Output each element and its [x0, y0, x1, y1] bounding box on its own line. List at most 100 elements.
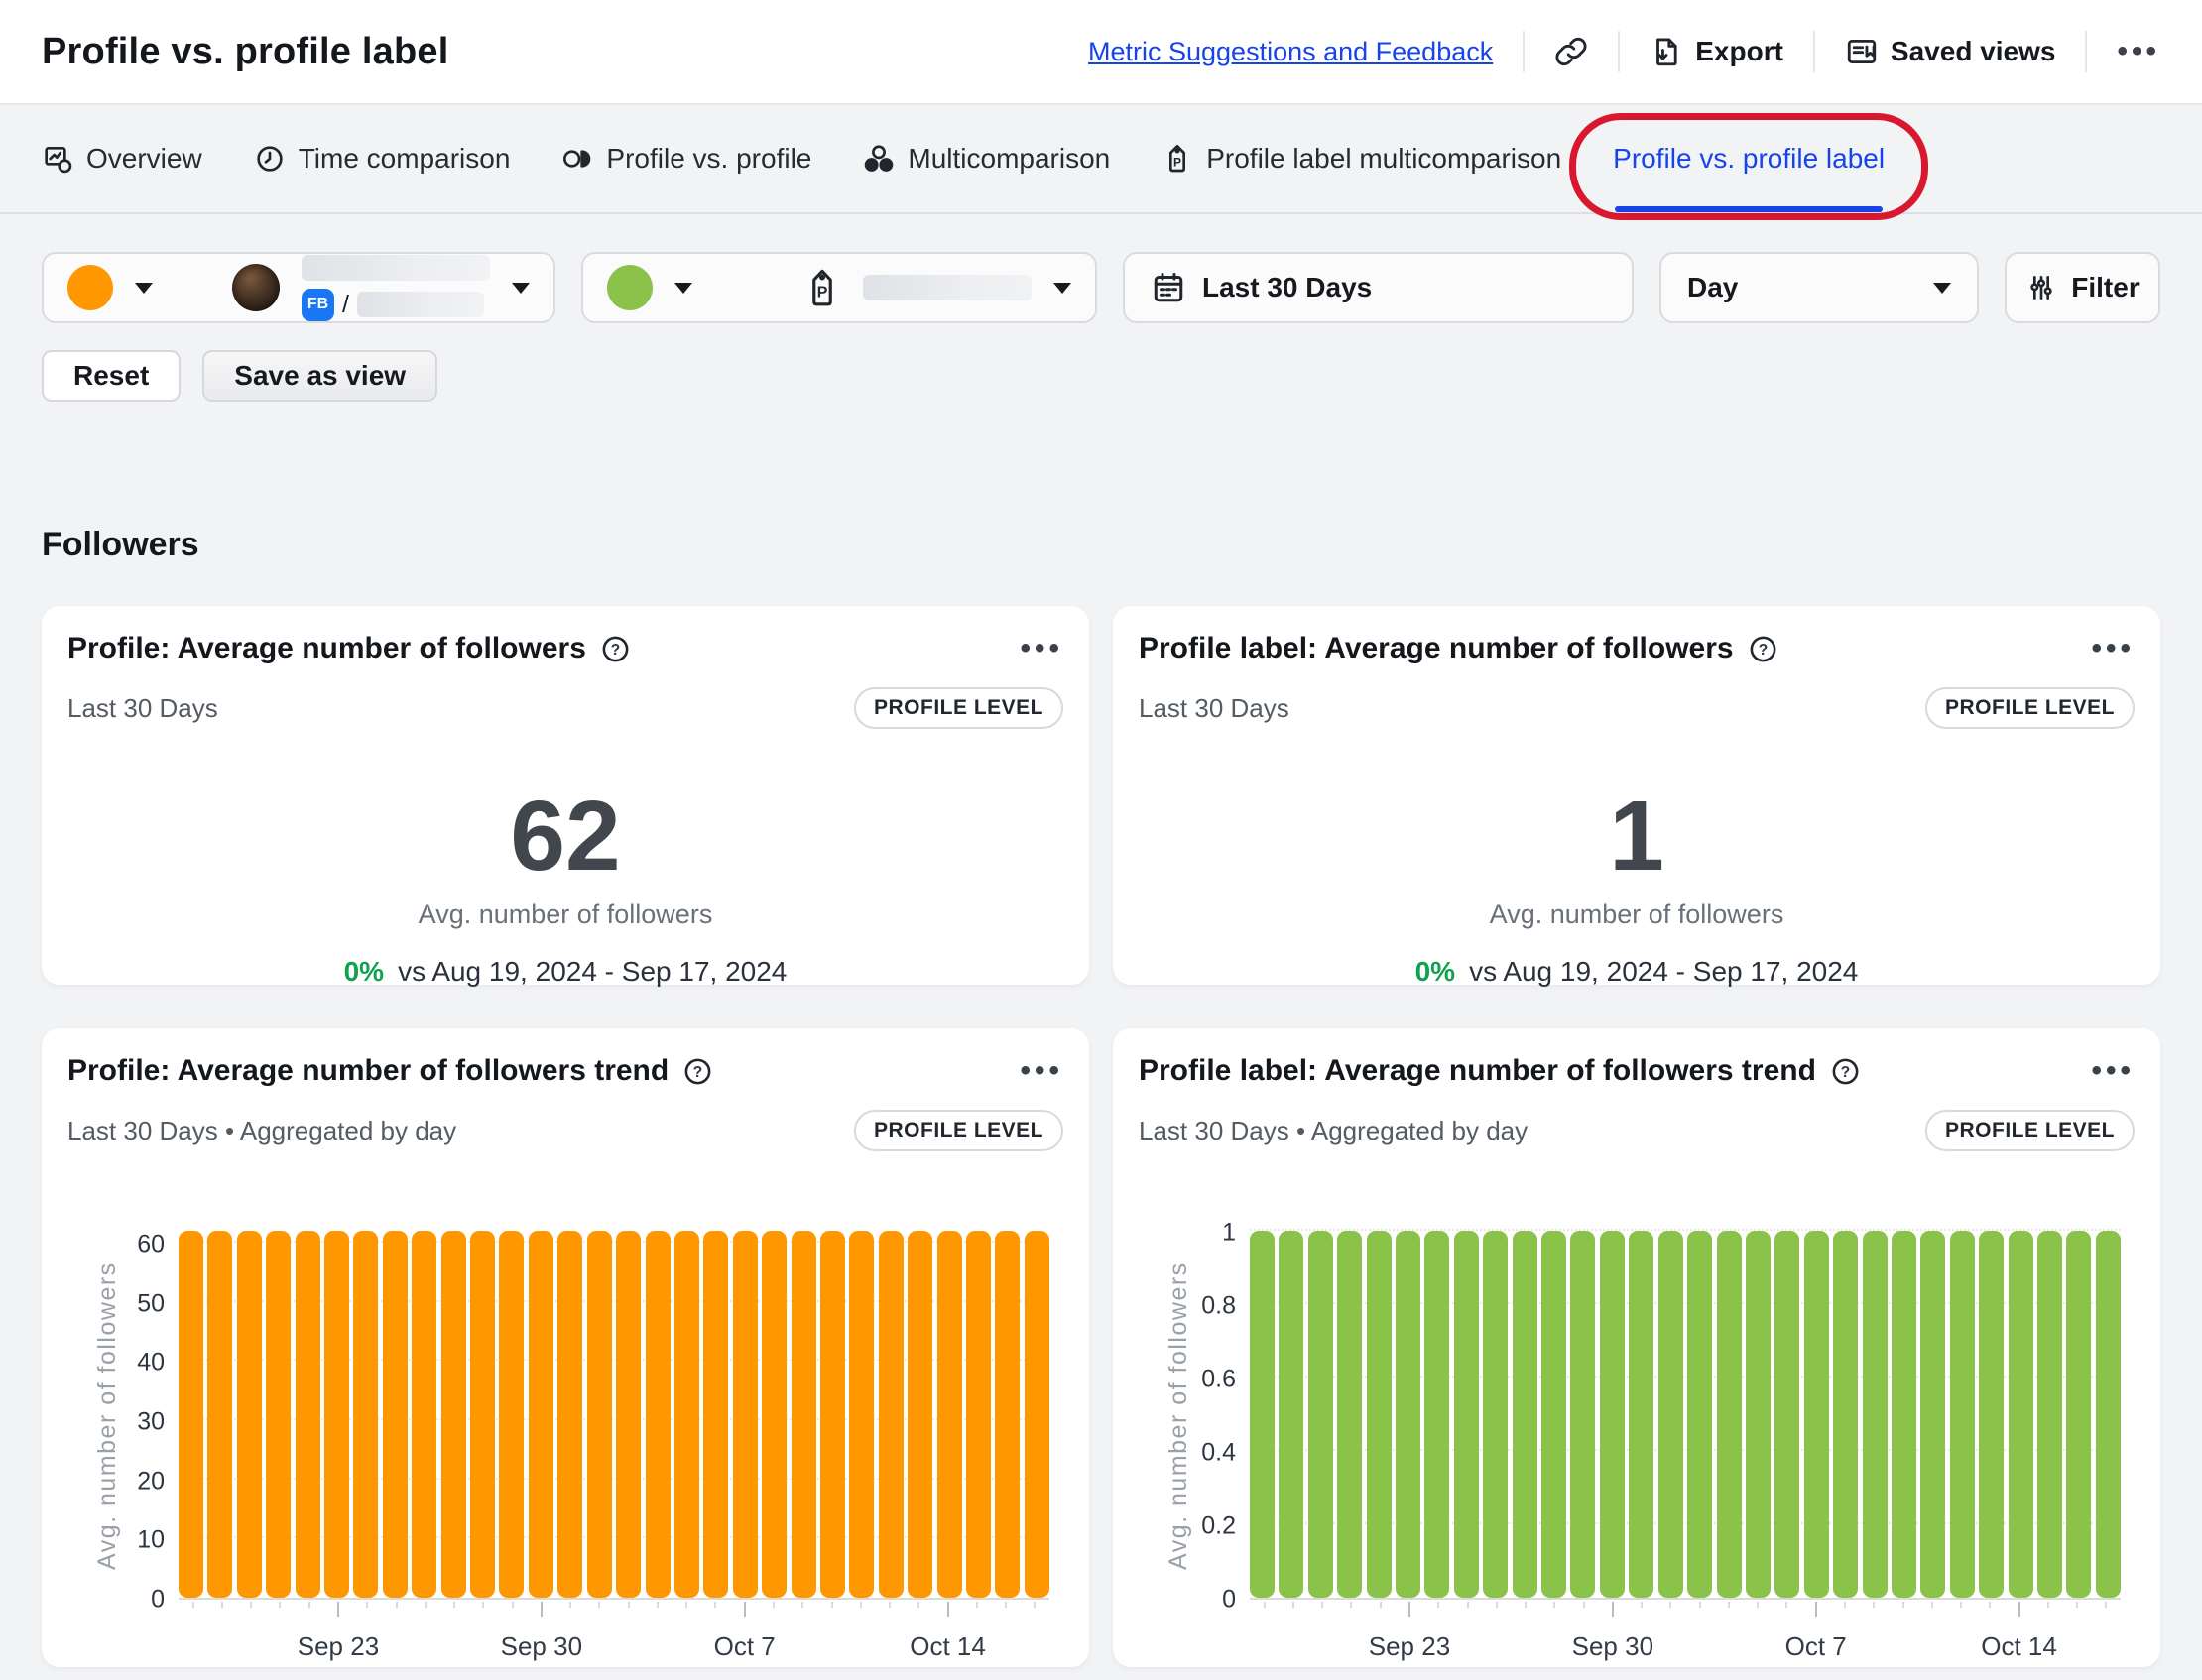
bar — [2037, 1231, 2062, 1598]
card-title: Profile: Average number of followers — [67, 632, 586, 665]
bar — [1424, 1231, 1449, 1598]
granularity-value: Day — [1687, 272, 1738, 303]
y-tick-label: 0.8 — [1201, 1294, 1236, 1319]
tab-label: Overview — [86, 143, 202, 175]
help-icon[interactable]: ? — [1748, 634, 1778, 664]
y-tick-label: 0.4 — [1201, 1441, 1236, 1466]
bar — [383, 1231, 408, 1598]
bar — [1337, 1231, 1362, 1598]
sliders-icon — [2025, 272, 2057, 303]
bar-series — [1250, 1233, 2121, 1598]
x-tick-label: Oct 7 — [714, 1631, 776, 1662]
bar — [179, 1231, 203, 1598]
date-range-picker[interactable]: Last 30 Days — [1123, 252, 1634, 323]
bar — [1483, 1231, 1508, 1598]
bar — [792, 1231, 816, 1598]
delta-percent: 0% — [1415, 956, 1455, 988]
bar — [1863, 1231, 1888, 1598]
tab-label: Time comparison — [299, 143, 511, 175]
comparison-period: vs Aug 19, 2024 - Sep 17, 2024 — [398, 956, 787, 988]
copy-link-button[interactable] — [1554, 35, 1588, 68]
x-tick-label: Sep 30 — [1572, 1631, 1653, 1662]
header-more-button[interactable]: ••• — [2117, 37, 2160, 66]
cards-grid: Profile: Average number of followers ? •… — [42, 606, 2160, 1667]
tab-profile-label-multicomparison[interactable]: P Profile label multicomparison — [1162, 105, 1561, 212]
profile-vs-profile-icon — [561, 143, 593, 175]
card-menu-button[interactable]: ••• — [2091, 634, 2135, 663]
y-tick-label: 40 — [137, 1351, 165, 1376]
bar — [296, 1231, 320, 1598]
tab-label: Profile vs. profile — [606, 143, 811, 175]
filter-button[interactable]: Filter — [2005, 252, 2160, 323]
bar — [1308, 1231, 1333, 1598]
bar — [1658, 1231, 1683, 1598]
profile-label-selector[interactable]: P — [581, 252, 1097, 323]
card-title: Profile: Average number of followers tre… — [67, 1054, 669, 1088]
profile-label-tag-icon: P — [1162, 143, 1193, 175]
saved-views-button[interactable]: Saved views — [1845, 35, 2056, 68]
export-label: Export — [1695, 36, 1783, 67]
chevron-down-icon — [512, 283, 530, 294]
tab-overview[interactable]: Overview — [42, 105, 202, 212]
facebook-badge: FB — [302, 289, 334, 321]
card-menu-button[interactable]: ••• — [1020, 634, 1063, 663]
tab-multicomparison[interactable]: Multicomparison — [863, 105, 1110, 212]
section-title-followers: Followers — [42, 526, 2160, 564]
divider — [1523, 31, 1525, 72]
svg-text:P: P — [817, 285, 828, 301]
bar — [1541, 1231, 1566, 1598]
divider — [1813, 31, 1815, 72]
reset-button[interactable]: Reset — [42, 350, 181, 402]
bar — [849, 1231, 874, 1598]
export-icon — [1650, 35, 1683, 68]
y-tick-label: 0.6 — [1201, 1368, 1236, 1392]
overview-icon — [42, 143, 73, 175]
bar — [1454, 1231, 1479, 1598]
bar-chart-profile: Avg. number of followers 0102030405060 S… — [67, 1233, 1063, 1680]
profile-level-badge: PROFILE LEVEL — [854, 1110, 1063, 1151]
bar — [324, 1231, 349, 1598]
profile-level-badge: PROFILE LEVEL — [854, 687, 1063, 729]
y-tick-label: 20 — [137, 1469, 165, 1494]
bar — [762, 1231, 787, 1598]
stat-caption: Avg. number of followers — [419, 900, 713, 930]
help-icon[interactable]: ? — [682, 1056, 713, 1087]
profile-color-dropdown[interactable] — [67, 265, 153, 310]
x-tick-label: Oct 14 — [1981, 1631, 2057, 1662]
metric-suggestions-link[interactable]: Metric Suggestions and Feedback — [1088, 37, 1493, 67]
bar — [1250, 1231, 1275, 1598]
label-color-dropdown[interactable] — [607, 265, 692, 310]
granularity-dropdown[interactable]: Day — [1659, 252, 1979, 323]
bar — [266, 1231, 291, 1598]
bar — [1513, 1231, 1537, 1598]
card-menu-button[interactable]: ••• — [1020, 1056, 1063, 1086]
divider — [1618, 31, 1620, 72]
card-menu-button[interactable]: ••• — [2091, 1056, 2135, 1086]
bar — [1804, 1231, 1829, 1598]
stat-caption: Avg. number of followers — [1490, 900, 1784, 930]
export-button[interactable]: Export — [1650, 35, 1783, 68]
bar — [733, 1231, 758, 1598]
y-tick-label: 1 — [1222, 1221, 1236, 1246]
tab-label: Profile vs. profile label — [1613, 143, 1885, 175]
bar — [616, 1231, 641, 1598]
label-color-swatch — [607, 265, 653, 310]
svg-text:?: ? — [1841, 1063, 1850, 1080]
tab-label: Multicomparison — [908, 143, 1110, 175]
stat-value: 62 — [510, 786, 620, 886]
tab-label: Profile label multicomparison — [1206, 143, 1561, 175]
y-tick-label: 30 — [137, 1409, 165, 1434]
redacted-text — [302, 255, 490, 281]
profile-selector[interactable]: FB / — [42, 252, 555, 323]
plot-area — [1250, 1233, 2121, 1600]
tab-time-comparison[interactable]: Time comparison — [254, 105, 511, 212]
help-icon[interactable]: ? — [600, 634, 631, 664]
help-icon[interactable]: ? — [1830, 1056, 1861, 1087]
save-as-view-button[interactable]: Save as view — [202, 350, 437, 402]
tab-profile-vs-profile[interactable]: Profile vs. profile — [561, 105, 811, 212]
profile-name-redacted: FB / — [302, 255, 490, 321]
y-axis: 00.20.40.60.81 — [1139, 1233, 1236, 1600]
profile-entity-dropdown[interactable]: FB / — [232, 255, 530, 321]
tab-profile-vs-profile-label[interactable]: Profile vs. profile label — [1613, 105, 1885, 212]
label-entity-dropdown[interactable]: P — [803, 266, 1071, 309]
